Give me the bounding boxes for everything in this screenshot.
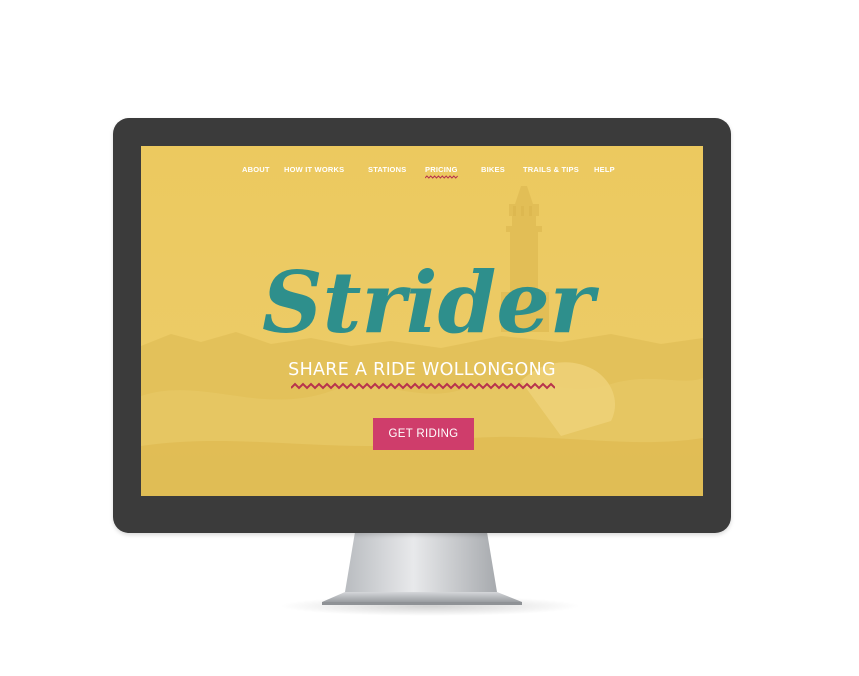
nav-item-trails-tips[interactable]: TRAILS & TIPS — [523, 165, 579, 174]
active-underline-icon — [425, 175, 458, 179]
zigzag-divider-icon — [291, 382, 555, 390]
main-navigation: ABOUT HOW IT WORKS STATIONS PRICING BIKE… — [141, 165, 703, 179]
mockup-stage: ABOUT HOW IT WORKS STATIONS PRICING BIKE… — [0, 0, 859, 676]
hero-tagline: SHARE A RIDE WOLLONGONG — [288, 360, 556, 380]
nav-item-stations[interactable]: STATIONS — [368, 165, 406, 174]
logo-text: Strider — [262, 254, 600, 352]
nav-item-help[interactable]: HELP — [594, 165, 615, 174]
website-screen: ABOUT HOW IT WORKS STATIONS PRICING BIKE… — [141, 146, 703, 496]
nav-item-pricing[interactable]: PRICING — [425, 165, 458, 179]
nav-item-how-it-works[interactable]: HOW IT WORKS — [284, 165, 344, 174]
get-riding-button[interactable]: GET RIDING — [373, 418, 474, 450]
monitor-bezel: ABOUT HOW IT WORKS STATIONS PRICING BIKE… — [113, 118, 731, 533]
nav-item-bikes[interactable]: BIKES — [481, 165, 505, 174]
nav-item-pricing-label: PRICING — [425, 165, 458, 174]
strider-logo: Strider — [262, 254, 600, 352]
nav-item-about[interactable]: ABOUT — [242, 165, 270, 174]
